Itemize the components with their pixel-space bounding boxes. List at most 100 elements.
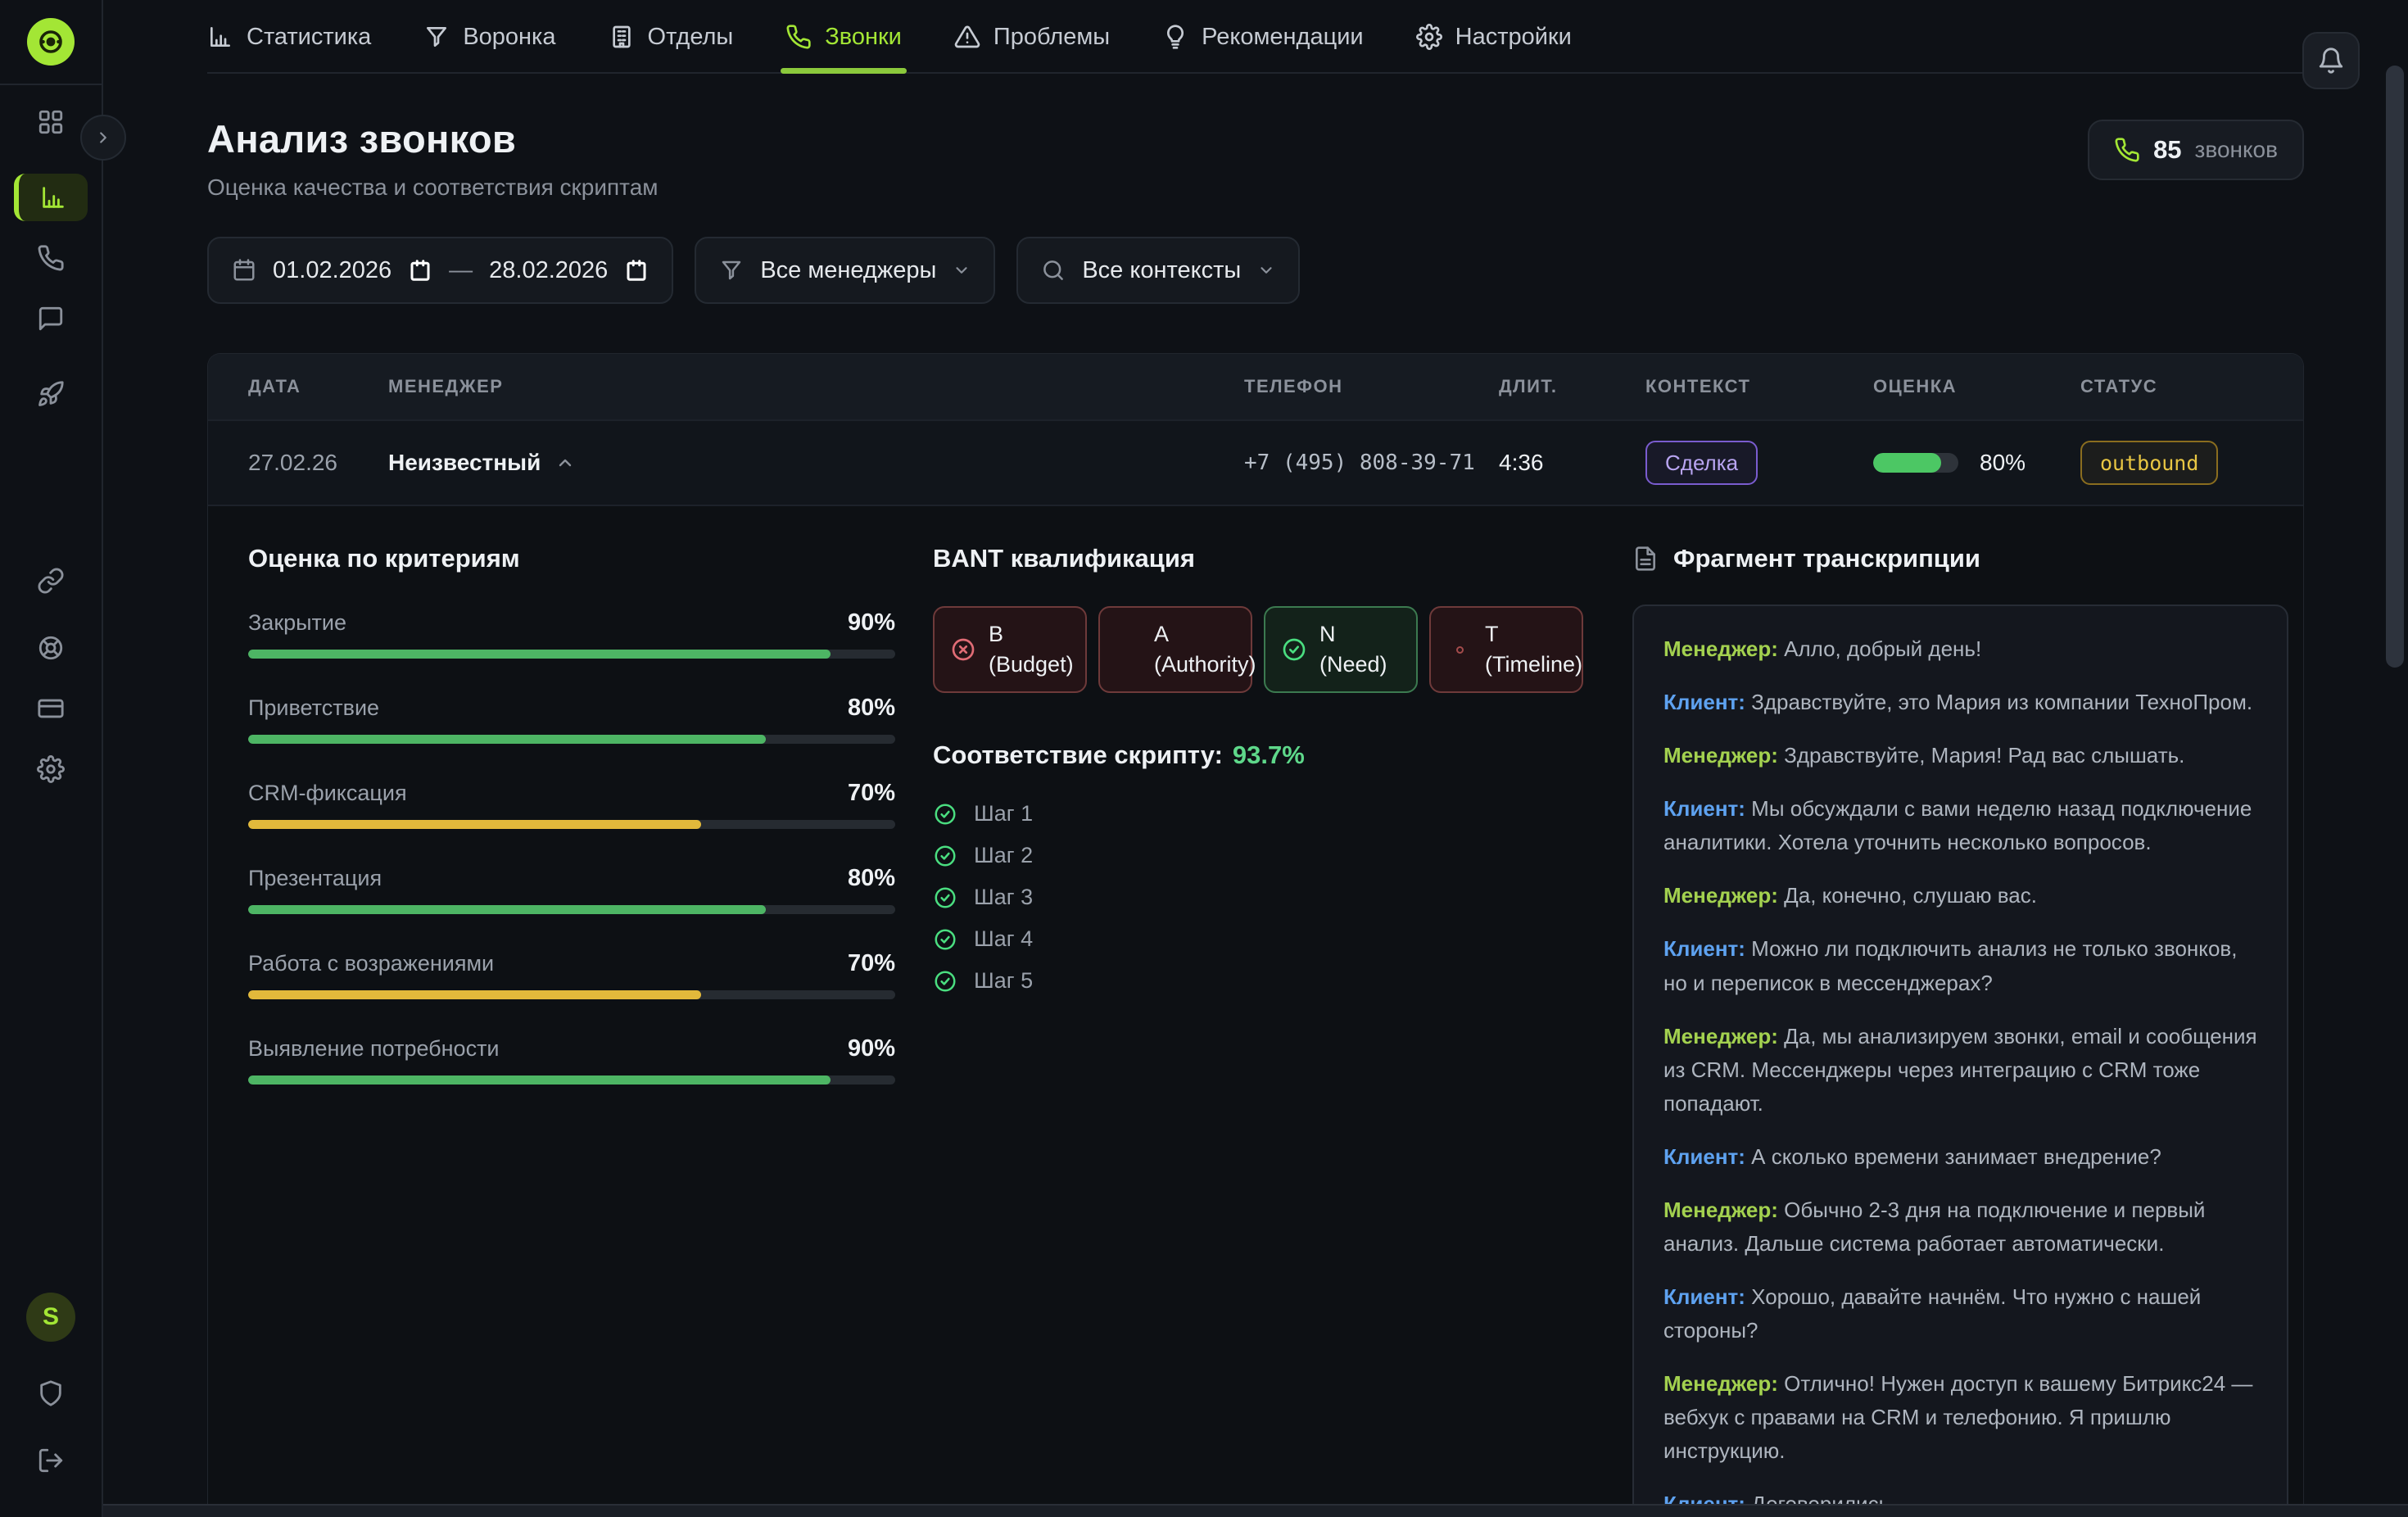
script-step: Шаг 1 [933, 801, 1592, 826]
app-logo[interactable] [27, 18, 75, 66]
criteria-bar [248, 990, 895, 999]
bottom-strip [103, 1504, 2408, 1517]
bant-letter: N [1319, 622, 1387, 647]
page-header: Анализ звонков Оценка качества и соответ… [207, 116, 2304, 201]
lightbulb-icon [1162, 24, 1188, 50]
transcript-message: Клиент: А сколько времени занимает внедр… [1663, 1140, 2257, 1174]
manager-name: Неизвестный [388, 450, 541, 476]
bant-name: (Need) [1319, 652, 1387, 677]
cell-context: Сделка [1645, 441, 1873, 485]
sidebar-item-settings[interactable] [14, 745, 88, 793]
tab-calls[interactable]: Звонки [785, 0, 902, 74]
transcript-message: Менеджер: Да, конечно, слушаю вас. [1663, 879, 2257, 912]
sidebar-item-dashboard[interactable] [14, 98, 88, 146]
bant-section: BANT квалификация B(Budget) [895, 544, 1592, 1517]
sidebar-item-support[interactable] [14, 624, 88, 672]
criteria-item: Закрытие90% [248, 609, 895, 659]
sidebar-item-integrations[interactable] [14, 557, 88, 605]
tab-recommendations[interactable]: Рекомендации [1162, 0, 1363, 74]
sidebar-collapse-button[interactable] [80, 115, 126, 161]
speaker-client: Клиент: [1663, 796, 1745, 821]
bant-name: (Timeline) [1485, 652, 1582, 677]
sidebar-item-calls[interactable] [14, 234, 88, 282]
criteria-label: Презентация [248, 866, 382, 891]
cell-manager[interactable]: Неизвестный [388, 450, 1244, 476]
script-compliance-label: Соответствие скрипту: [933, 740, 1223, 769]
tab-funnel[interactable]: Воронка [423, 0, 555, 74]
speaker-client: Клиент: [1663, 690, 1745, 714]
criteria-bar-fill [248, 1075, 831, 1085]
bant-cards: B(Budget) A(Authority) [933, 606, 1592, 693]
bant-letter: A [1154, 622, 1256, 647]
column-header-status: СТАТУС [2080, 376, 2304, 397]
script-step: Шаг 4 [933, 926, 1592, 952]
chevron-down-icon [953, 261, 971, 279]
criteria-section: Оценка по критериям Закрытие90% Приветст… [248, 544, 895, 1517]
calls-table: ДАТА МЕНЕДЖЕР ТЕЛЕФОН ДЛИТ. КОНТЕКСТ ОЦЕ… [207, 353, 2304, 1517]
criteria-label: Приветствие [248, 695, 379, 721]
cell-status: outbound [2080, 441, 2304, 485]
sidebar-item-analytics[interactable] [14, 174, 88, 221]
message-text: Здравствуйте, Мария! Рад вас слышать. [1784, 743, 2184, 768]
call-analysis-page: S [0, 0, 2408, 1517]
check-circle-icon [933, 885, 957, 910]
bant-letter: B [989, 622, 1074, 647]
criteria-label: Выявление потребности [248, 1036, 500, 1062]
managers-filter-value: Все менеджеры [760, 257, 936, 284]
speaker-manager: Менеджер: [1663, 883, 1778, 908]
step-label: Шаг 1 [974, 801, 1033, 826]
transcript-message: Клиент: Можно ли подключить анализ не то… [1663, 932, 2257, 999]
sidebar-item-security[interactable] [14, 1370, 88, 1417]
transcript-message: Клиент: Здравствуйте, это Мария из компа… [1663, 686, 2257, 719]
sidebar-divider [0, 84, 102, 85]
bant-card-budget: B (Budget) [933, 606, 1087, 693]
tab-problems[interactable]: Проблемы [954, 0, 1110, 74]
tab-departments[interactable]: Отделы [609, 0, 734, 74]
sidebar-item-chats[interactable] [14, 295, 88, 342]
tab-statistics[interactable]: Статистика [207, 0, 371, 74]
criteria-bar-fill [248, 990, 701, 999]
contexts-filter-dropdown[interactable]: Все контексты [1016, 237, 1300, 304]
date-from-input[interactable]: 01.02.2026 [273, 257, 392, 284]
tab-label: Звонки [825, 24, 902, 51]
notifications-button[interactable] [2302, 32, 2360, 89]
rocket-icon [37, 380, 65, 408]
tab-settings[interactable]: Настройки [1416, 0, 1572, 74]
tab-label: Статистика [247, 24, 371, 51]
chevron-right-icon [94, 129, 112, 147]
sidebar-item-launch[interactable] [14, 370, 88, 418]
script-compliance: Соответствие скрипту:93.7% [933, 740, 1592, 770]
warning-icon [954, 24, 980, 50]
vertical-scrollbar[interactable] [2386, 66, 2404, 668]
avatar[interactable]: S [26, 1293, 75, 1342]
calls-count-label: звонков [2195, 137, 2278, 163]
score-progress-fill [1873, 453, 1941, 473]
bant-name: (Budget) [989, 652, 1074, 677]
check-circle-icon [1281, 636, 1307, 663]
sidebar-item-billing[interactable] [14, 685, 88, 732]
date-picker-icon[interactable] [624, 258, 649, 283]
date-picker-icon[interactable] [408, 258, 432, 283]
speaker-manager: Менеджер: [1663, 1198, 1778, 1222]
filter-icon [719, 258, 744, 283]
managers-filter-dropdown[interactable]: Все менеджеры [695, 237, 995, 304]
bell-icon [2317, 47, 2345, 75]
tab-label: Настройки [1455, 24, 1572, 51]
transcript-message: Менеджер: Отлично! Нужен доступ к вашему… [1663, 1367, 2257, 1468]
transcript-message: Менеджер: Алло, добрый день! [1663, 632, 2257, 666]
call-detail-panel: Оценка по критериям Закрытие90% Приветст… [208, 506, 2303, 1517]
criteria-bar [248, 820, 895, 829]
date-to-input[interactable]: 28.02.2026 [489, 257, 608, 284]
transcript-message: Менеджер: Здравствуйте, Мария! Рад вас с… [1663, 739, 2257, 772]
bar-chart-icon [207, 24, 233, 50]
message-text: Можно ли подключить анализ не только зво… [1663, 936, 2237, 994]
sidebar-item-logout[interactable] [14, 1437, 88, 1484]
criteria-label: Закрытие [248, 610, 346, 636]
tab-label: Рекомендации [1202, 24, 1363, 51]
transcript-box[interactable]: Менеджер: Алло, добрый день! Клиент: Здр… [1632, 605, 2288, 1517]
date-range-filter[interactable]: 01.02.2026 — 28.02.2026 [207, 237, 673, 304]
criteria-bar-fill [248, 650, 831, 659]
status-badge: outbound [2080, 441, 2218, 485]
criteria-bar-fill [248, 905, 766, 914]
table-row[interactable]: 27.02.26 Неизвестный +7 (495) 808-39-71 … [208, 419, 2303, 506]
